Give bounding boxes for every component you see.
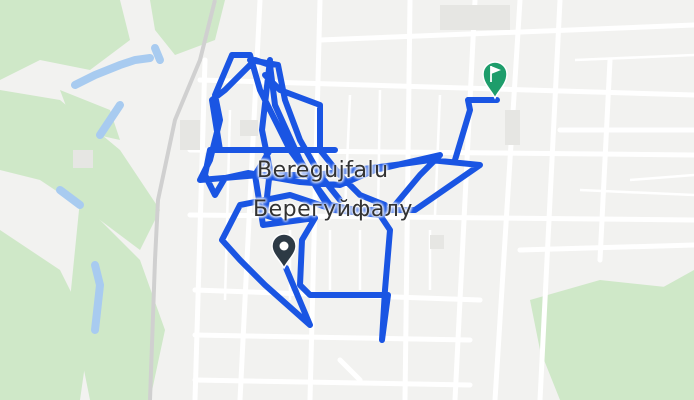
- place-label-cyrillic: Берегуйфалу: [253, 197, 413, 222]
- place-label-latin: Beregujfalu: [257, 158, 389, 183]
- map-canvas[interactable]: Beregujfalu Берегуйфалу: [0, 0, 694, 400]
- start-marker[interactable]: [271, 233, 297, 270]
- end-marker[interactable]: [482, 61, 508, 100]
